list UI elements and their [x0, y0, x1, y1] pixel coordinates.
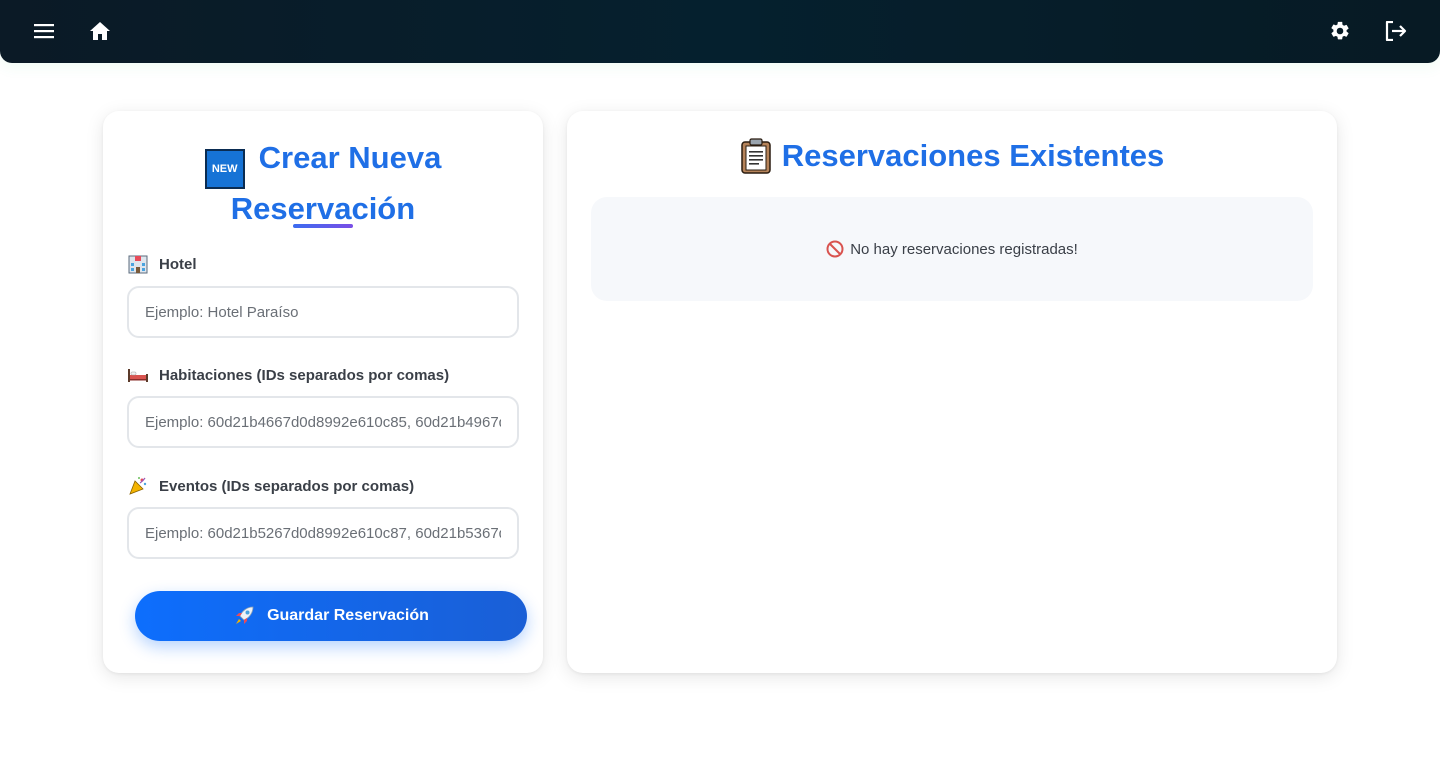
form-title: NEW Crear Nueva Reservación	[103, 138, 543, 228]
form-title-line1: Crear Nueva	[258, 140, 442, 175]
rooms-label: Habitaciones (IDs separados por comas)	[127, 365, 449, 385]
gear-icon[interactable]	[1324, 16, 1356, 46]
new-badge-icon: NEW	[204, 149, 245, 189]
menu-icon[interactable]	[28, 16, 60, 46]
party-popper-icon	[127, 476, 149, 496]
hotel-label: Hotel	[127, 254, 197, 274]
create-reservation-card: NEW Crear Nueva Reservación Hotel Ejempl…	[103, 111, 543, 673]
top-navbar	[0, 0, 1440, 63]
form-title-line2: Reservación	[230, 191, 416, 226]
save-button-label: Guardar Reservación	[267, 607, 429, 624]
hotel-icon	[127, 254, 149, 274]
home-icon[interactable]	[84, 16, 116, 46]
bed-icon	[127, 365, 149, 385]
hotel-input[interactable]	[127, 286, 519, 338]
empty-state: No hay reservaciones registradas!	[591, 197, 1313, 301]
empty-message: No hay reservaciones registradas!	[850, 240, 1078, 258]
clipboard-icon	[740, 138, 772, 174]
no-entry-icon	[826, 240, 844, 258]
logout-icon[interactable]	[1380, 16, 1412, 46]
rooms-input[interactable]	[127, 396, 519, 448]
save-reservation-button[interactable]: Guardar Reservación	[135, 591, 527, 641]
events-label: Eventos (IDs separados por comas)	[127, 476, 414, 496]
events-input[interactable]	[127, 507, 519, 559]
rocket-icon	[233, 605, 255, 627]
title-underline	[293, 224, 353, 228]
list-title: Reservaciones Existentes	[567, 135, 1337, 177]
existing-reservations-card: Reservaciones Existentes No hay reservac…	[567, 111, 1337, 673]
